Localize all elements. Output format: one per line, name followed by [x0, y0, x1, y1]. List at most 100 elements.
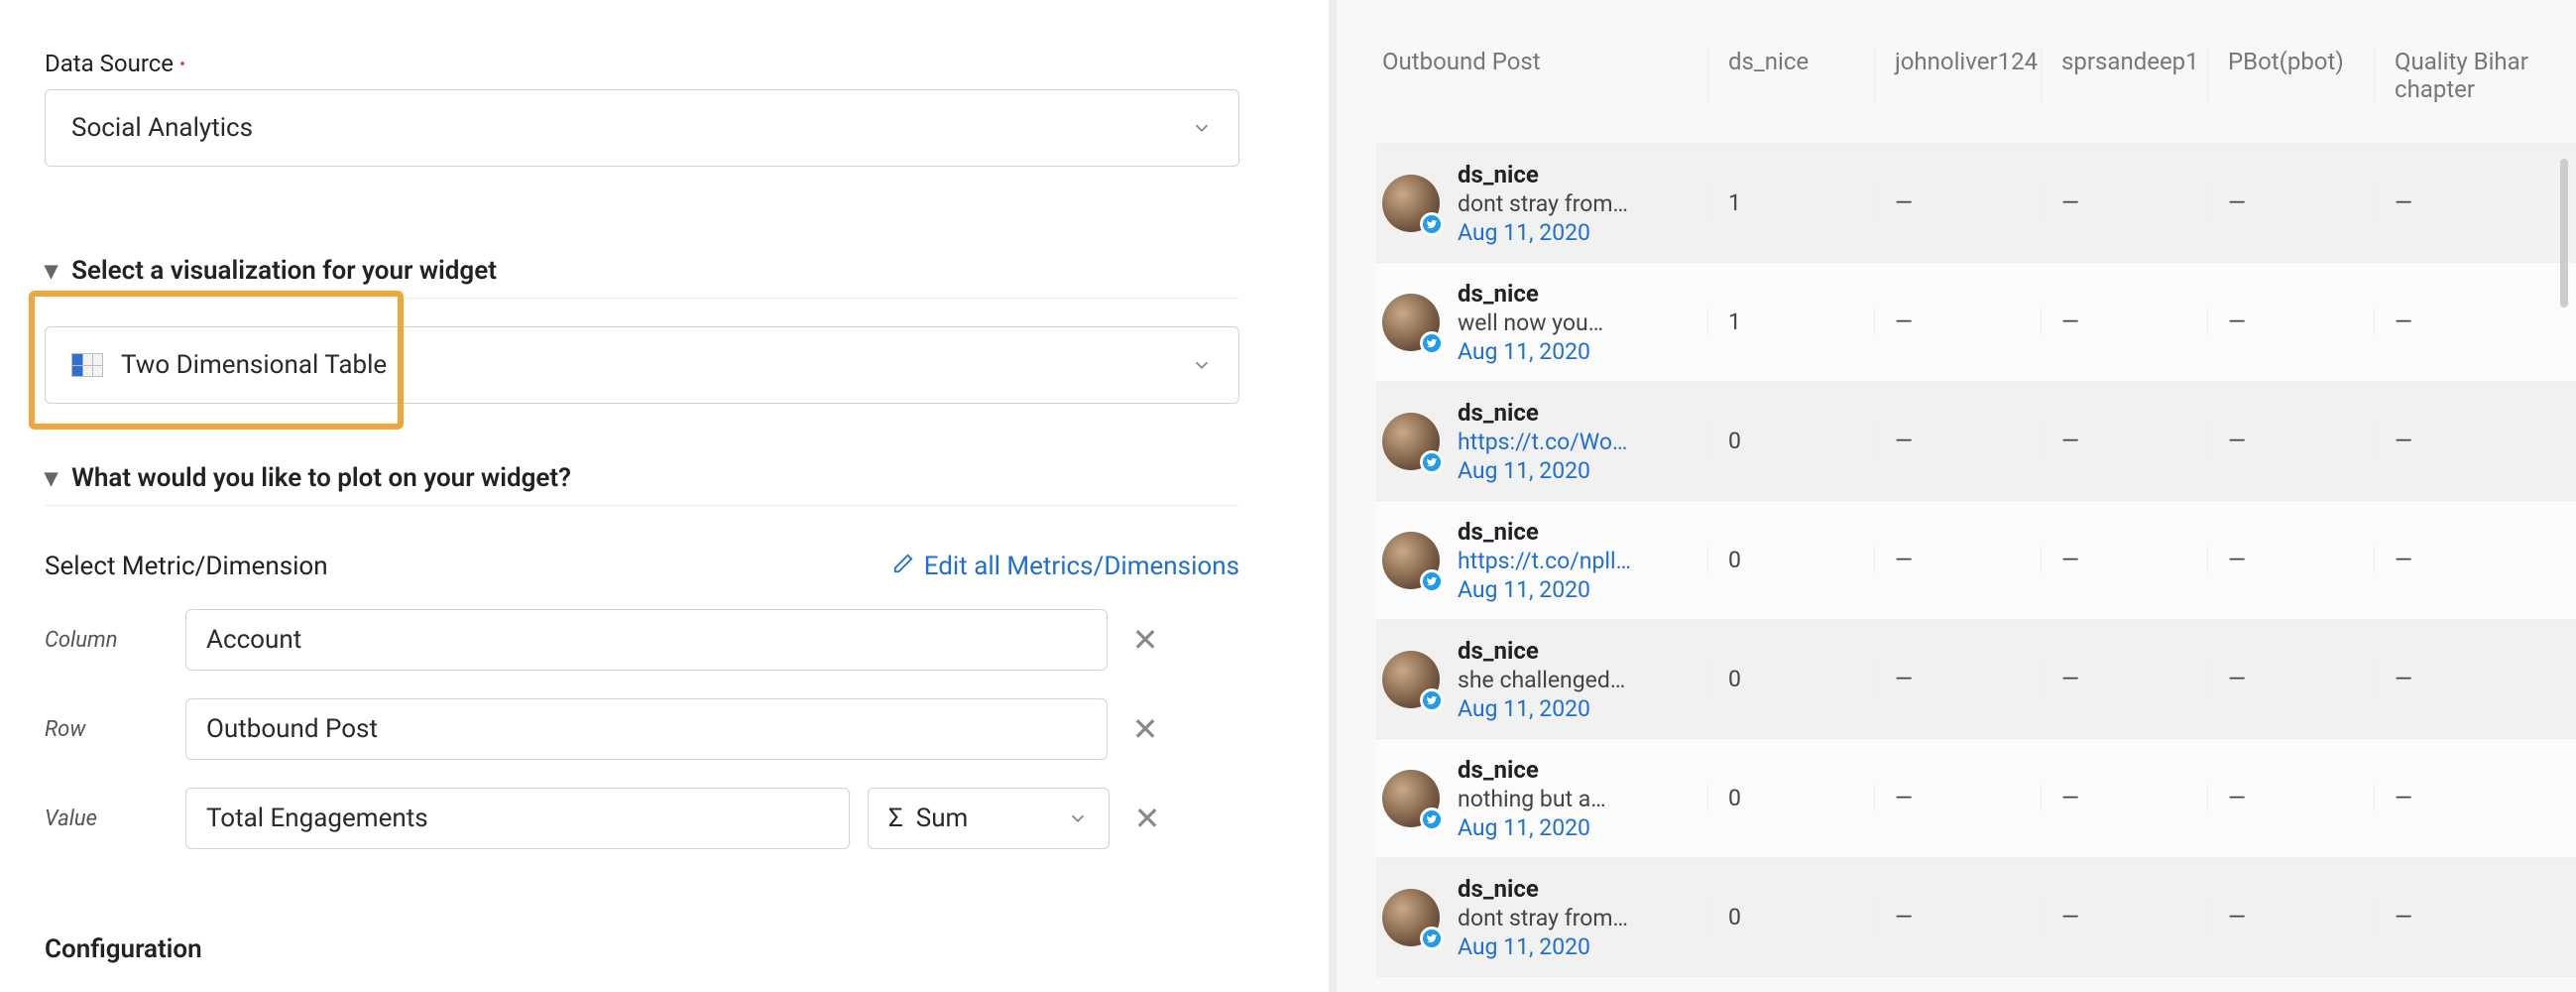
column-field-input[interactable]: Account [185, 609, 1108, 671]
value-cell: — [2374, 785, 2540, 811]
post-body-preview: well now you… [1458, 310, 1603, 336]
value-cell: — [2041, 309, 2207, 335]
visualization-section-header[interactable]: ▾ Select a visualization for your widget [45, 256, 1239, 299]
value-cell: — [2041, 904, 2207, 930]
select-metric-label: Select Metric/Dimension [45, 552, 328, 581]
avatar[interactable] [1382, 294, 1440, 351]
table-row[interactable]: ds_nicehttps://t.co/Wo…Aug 11, 20200———— [1376, 382, 2576, 501]
collapse-triangle-icon: ▾ [45, 256, 58, 286]
value-cell: — [1874, 666, 2041, 692]
post-body-preview: dont stray from… [1458, 905, 1628, 931]
plot-section-header[interactable]: ▾ What would you like to plot on your wi… [45, 463, 1239, 506]
header-col-2[interactable]: johnoliver124 [1874, 48, 2041, 103]
remove-row-button[interactable]: ✕ [1125, 710, 1165, 748]
remove-column-button[interactable]: ✕ [1125, 621, 1165, 659]
visualization-select[interactable]: Two Dimensional Table [45, 326, 1239, 404]
scrollbar-thumb[interactable] [2560, 159, 2568, 308]
remove-value-button[interactable]: ✕ [1127, 800, 1167, 837]
post-body-preview: dont stray from… [1458, 190, 1628, 217]
value-cell: — [2041, 428, 2207, 454]
avatar[interactable] [1382, 889, 1440, 946]
avatar[interactable] [1382, 770, 1440, 827]
row-field-input[interactable]: Outbound Post [185, 698, 1108, 760]
value-cell: 0 [1707, 547, 1874, 573]
value-cell: — [2374, 189, 2540, 216]
post-date[interactable]: Aug 11, 2020 [1458, 814, 1606, 841]
twitter-badge-icon [1420, 927, 1444, 950]
twitter-badge-icon [1420, 569, 1444, 593]
post-date[interactable]: Aug 11, 2020 [1458, 457, 1627, 484]
post-account-name: ds_nice [1458, 280, 1603, 308]
post-cell: ds_nicehttps://t.co/npll…Aug 11, 2020 [1376, 518, 1707, 603]
post-account-name: ds_nice [1458, 756, 1606, 784]
avatar[interactable] [1382, 651, 1440, 708]
twitter-badge-icon [1420, 331, 1444, 355]
post-account-name: ds_nice [1458, 399, 1627, 427]
data-source-value: Social Analytics [71, 113, 253, 143]
value-cell: — [2374, 309, 2540, 335]
edit-all-metrics-label: Edit all Metrics/Dimensions [924, 552, 1239, 581]
value-cell: — [2374, 547, 2540, 573]
post-cell: ds_nicewell now you…Aug 11, 2020 [1376, 280, 1707, 365]
value-cell: — [2374, 666, 2540, 692]
table-row[interactable]: ds_nicehttps://t.co/npll…Aug 11, 20200——… [1376, 501, 2576, 620]
post-date[interactable]: Aug 11, 2020 [1458, 219, 1628, 246]
avatar[interactable] [1382, 175, 1440, 232]
preview-table-header: Outbound Post ds_nice johnoliver124 sprs… [1376, 0, 2576, 144]
column-field-value: Account [206, 625, 301, 655]
post-texts: ds_nicewell now you…Aug 11, 2020 [1458, 280, 1603, 365]
chevron-down-icon [1067, 807, 1089, 829]
post-cell: ds_nicedont stray from…Aug 11, 2020 [1376, 875, 1707, 960]
header-outbound-post[interactable]: Outbound Post [1376, 48, 1707, 103]
post-body-preview: she challenged… [1458, 667, 1625, 693]
visualization-value: Two Dimensional Table [121, 350, 387, 380]
post-body-preview: https://t.co/Wo… [1458, 429, 1627, 455]
value-cell: — [1874, 189, 2041, 216]
value-cell: — [1874, 547, 2041, 573]
value-cell: — [2374, 904, 2540, 930]
post-date[interactable]: Aug 11, 2020 [1458, 695, 1625, 722]
collapse-triangle-icon: ▾ [45, 463, 58, 493]
value-cell: — [2041, 785, 2207, 811]
value-cell: — [2041, 666, 2207, 692]
twitter-badge-icon [1420, 212, 1444, 236]
avatar[interactable] [1382, 532, 1440, 589]
post-date[interactable]: Aug 11, 2020 [1458, 933, 1628, 960]
pencil-icon [892, 552, 914, 581]
post-body-preview: nothing but a… [1458, 786, 1606, 812]
table-row[interactable]: ds_nicedont stray from…Aug 11, 20201———— [1376, 144, 2576, 263]
value-cell: — [2207, 428, 2374, 454]
value-cell: — [2207, 547, 2374, 573]
avatar[interactable] [1382, 413, 1440, 470]
post-date[interactable]: Aug 11, 2020 [1458, 338, 1603, 365]
value-field-input[interactable]: Total Engagements [185, 788, 850, 849]
edit-all-metrics-link[interactable]: Edit all Metrics/Dimensions [892, 552, 1239, 581]
data-source-label: Data Source• [45, 50, 1239, 77]
post-date[interactable]: Aug 11, 2020 [1458, 576, 1631, 603]
header-col-5[interactable]: Quality Bihar chapter [2374, 48, 2540, 103]
value-cell: — [2041, 547, 2207, 573]
post-texts: ds_nicehttps://t.co/Wo…Aug 11, 2020 [1458, 399, 1627, 484]
table-row[interactable]: ds_niceshe challenged…Aug 11, 20200———— [1376, 620, 2576, 739]
data-source-select[interactable]: Social Analytics [45, 89, 1239, 167]
value-cell: — [1874, 428, 2041, 454]
post-texts: ds_nicedont stray from…Aug 11, 2020 [1458, 161, 1628, 246]
header-col-3[interactable]: sprsandeep1 [2041, 48, 2207, 103]
table-row[interactable]: ds_nicedont stray from…Aug 11, 20200———— [1376, 858, 2576, 977]
twitter-badge-icon [1420, 450, 1444, 474]
header-col-4[interactable]: PBot(pbot) [2207, 48, 2374, 103]
table-row[interactable]: ds_nicewell now you…Aug 11, 20201———— [1376, 263, 2576, 382]
value-cell: 0 [1707, 904, 1874, 930]
value-cell: — [1874, 785, 2041, 811]
header-col-1[interactable]: ds_nice [1707, 48, 1874, 103]
value-cell: — [2374, 428, 2540, 454]
table-row[interactable]: ds_nicenothing but a…Aug 11, 20200———— [1376, 739, 2576, 858]
value-cell: — [2207, 785, 2374, 811]
post-texts: ds_nicedont stray from…Aug 11, 2020 [1458, 875, 1628, 960]
post-texts: ds_nicehttps://t.co/npll…Aug 11, 2020 [1458, 518, 1631, 603]
twitter-badge-icon [1420, 688, 1444, 712]
aggregation-select[interactable]: Σ Sum [868, 788, 1110, 849]
sigma-icon: Σ [888, 804, 903, 833]
post-cell: ds_nicehttps://t.co/Wo…Aug 11, 2020 [1376, 399, 1707, 484]
value-cell: 0 [1707, 428, 1874, 454]
